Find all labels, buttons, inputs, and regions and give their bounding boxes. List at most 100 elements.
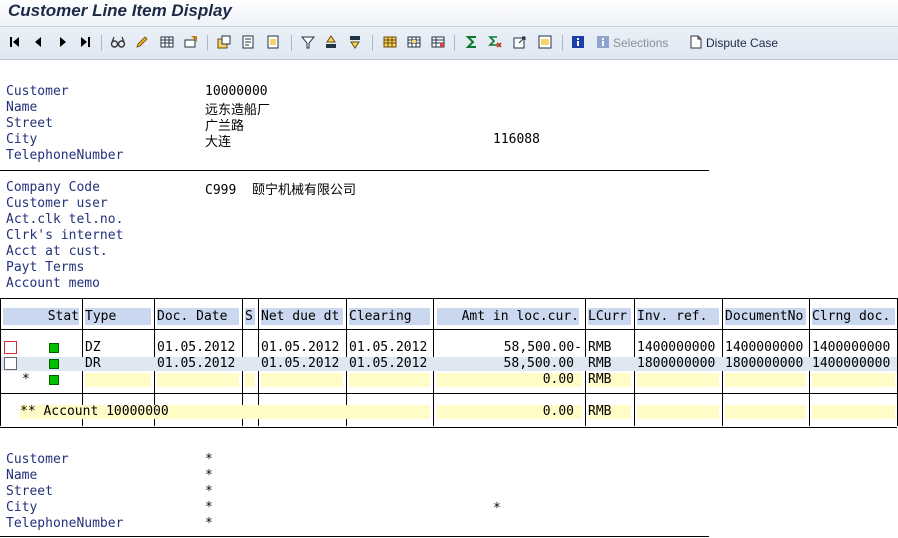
title-bar: Customer Line Item Display bbox=[0, 0, 898, 26]
row1-type[interactable]: DZ bbox=[85, 341, 151, 355]
row1-clrng-doc[interactable]: 1400000000 bbox=[812, 341, 895, 355]
status-green-icon bbox=[49, 375, 59, 385]
account-total-label: ** Account 10000000 bbox=[20, 405, 430, 419]
print-icon[interactable] bbox=[265, 34, 281, 50]
subtotal-cell bbox=[261, 373, 343, 387]
row2-amount[interactable]: 58,500.00 bbox=[437, 357, 574, 371]
row2-s[interactable] bbox=[245, 357, 255, 371]
toolbar-separator bbox=[454, 35, 455, 51]
row2-document-no[interactable]: 1800000000 bbox=[725, 357, 806, 371]
footer-city-label: City bbox=[6, 500, 38, 515]
divider bbox=[0, 170, 709, 171]
account-total-currency: RMB bbox=[588, 405, 631, 419]
column-header-stat[interactable]: Stat bbox=[3, 308, 79, 325]
account-total-amount: 0.00 bbox=[437, 405, 582, 419]
subtotal-cell bbox=[637, 373, 719, 387]
dispute-case-button[interactable]: Dispute Case bbox=[706, 36, 778, 50]
toolbar-separator bbox=[372, 35, 373, 51]
city-label: City bbox=[6, 132, 38, 147]
subtotal-cell bbox=[157, 373, 239, 387]
row1-s[interactable] bbox=[245, 341, 255, 355]
subtotal-currency: RMB bbox=[588, 373, 631, 387]
subtotal-cell bbox=[812, 373, 895, 387]
column-header-clearing[interactable]: Clearing bbox=[349, 308, 430, 325]
toolbar-separator bbox=[562, 35, 563, 51]
column-header-inv-ref[interactable]: Inv. ref. bbox=[637, 308, 719, 325]
sort-descending-icon[interactable] bbox=[347, 34, 363, 50]
columns-icon[interactable] bbox=[382, 34, 398, 50]
row2-net-due[interactable]: 01.05.2012 bbox=[261, 357, 343, 371]
customer-value: 10000000 bbox=[205, 84, 268, 99]
column-header-s[interactable]: S bbox=[245, 308, 255, 325]
company-code-value: C999 颐宁机械有限公司 bbox=[205, 183, 356, 198]
row-select-checkbox[interactable] bbox=[4, 341, 17, 354]
column-header-document-no[interactable]: DocumentNo bbox=[725, 308, 806, 325]
toolbar-separator bbox=[291, 35, 292, 51]
footer-telephone-value: * bbox=[205, 516, 213, 531]
customer-label: Customer bbox=[6, 84, 69, 99]
row2-clearing[interactable]: 01.05.2012 bbox=[349, 357, 430, 371]
subtotal-cell bbox=[725, 373, 806, 387]
postal-code-value: 116088 bbox=[493, 132, 540, 147]
last-page-icon[interactable] bbox=[77, 34, 93, 50]
column-header-net-due[interactable]: Net due dt bbox=[261, 308, 343, 325]
divider bbox=[0, 536, 709, 537]
subtotal-cell bbox=[245, 373, 255, 387]
layout-grid-icon[interactable] bbox=[430, 34, 446, 50]
details-icon[interactable] bbox=[240, 34, 256, 50]
row1-doc-date[interactable]: 01.05.2012 bbox=[157, 341, 239, 355]
change-layout-icon[interactable] bbox=[183, 34, 199, 50]
row2-inv-ref[interactable]: 1800000000 bbox=[637, 357, 719, 371]
choose-details-icon[interactable] bbox=[216, 34, 232, 50]
column-header-doc-date[interactable]: Doc. Date bbox=[157, 308, 239, 325]
row1-clearing[interactable]: 01.05.2012 bbox=[349, 341, 430, 355]
footer-postal-value: * bbox=[493, 501, 501, 516]
column-header-amount[interactable]: Amt in loc.cur. bbox=[437, 308, 579, 325]
column-header-type[interactable]: Type bbox=[85, 308, 151, 325]
toolbar-separator bbox=[101, 35, 102, 51]
footer-customer-label: Customer bbox=[6, 452, 69, 467]
row2-doc-date[interactable]: 01.05.2012 bbox=[157, 357, 239, 371]
previous-page-icon[interactable] bbox=[30, 34, 46, 50]
filter-icon[interactable] bbox=[300, 34, 316, 50]
row1-amount[interactable]: 58,500.00- bbox=[437, 341, 582, 355]
pencil-icon[interactable] bbox=[134, 34, 150, 50]
grid-header-divider bbox=[0, 329, 898, 330]
clrk-internet-label: Clrk's internet bbox=[6, 228, 124, 243]
next-page-icon[interactable] bbox=[55, 34, 71, 50]
row2-currency[interactable]: RMB bbox=[588, 357, 631, 371]
account-memo-label: Account memo bbox=[6, 276, 100, 291]
grid-total-divider bbox=[0, 393, 898, 394]
row1-document-no[interactable]: 1400000000 bbox=[725, 341, 806, 355]
application-toolbar: Selections Dispute Case bbox=[0, 26, 898, 60]
select-layout-icon[interactable] bbox=[159, 34, 175, 50]
subtotal-icon[interactable] bbox=[487, 34, 503, 50]
account-total-cell bbox=[725, 405, 806, 419]
row1-currency[interactable]: RMB bbox=[588, 341, 631, 355]
window-title: Customer Line Item Display bbox=[8, 1, 232, 20]
row1-inv-ref[interactable]: 1400000000 bbox=[637, 341, 719, 355]
views-icon[interactable] bbox=[537, 34, 553, 50]
column-header-clrng-doc[interactable]: Clrng doc. bbox=[812, 308, 895, 325]
footer-street-label: Street bbox=[6, 484, 53, 499]
row1-net-due[interactable]: 01.05.2012 bbox=[261, 341, 343, 355]
act-clk-tel-label: Act.clk tel.no. bbox=[6, 212, 124, 227]
status-green-icon bbox=[49, 359, 59, 369]
first-page-icon[interactable] bbox=[7, 34, 23, 50]
sort-ascending-icon[interactable] bbox=[323, 34, 339, 50]
subtotal-amount-text: 0.00 bbox=[542, 372, 574, 387]
glasses-icon[interactable] bbox=[110, 34, 126, 50]
row2-type[interactable]: DR bbox=[85, 357, 151, 371]
row-select-checkbox[interactable] bbox=[4, 357, 17, 370]
name-label: Name bbox=[6, 100, 38, 115]
document-icon bbox=[688, 34, 704, 50]
export-icon[interactable] bbox=[512, 34, 528, 50]
row2-clrng-doc[interactable]: 1400000000 bbox=[812, 357, 895, 371]
selections-info-icon bbox=[595, 34, 611, 50]
acct-at-cust-label: Acct at cust. bbox=[6, 244, 108, 259]
column-header-lcurr[interactable]: LCurr bbox=[588, 308, 631, 325]
sum-icon[interactable] bbox=[464, 34, 480, 50]
info-icon[interactable] bbox=[570, 34, 586, 50]
freeze-columns-icon[interactable] bbox=[406, 34, 422, 50]
footer-street-value: * bbox=[205, 484, 213, 499]
